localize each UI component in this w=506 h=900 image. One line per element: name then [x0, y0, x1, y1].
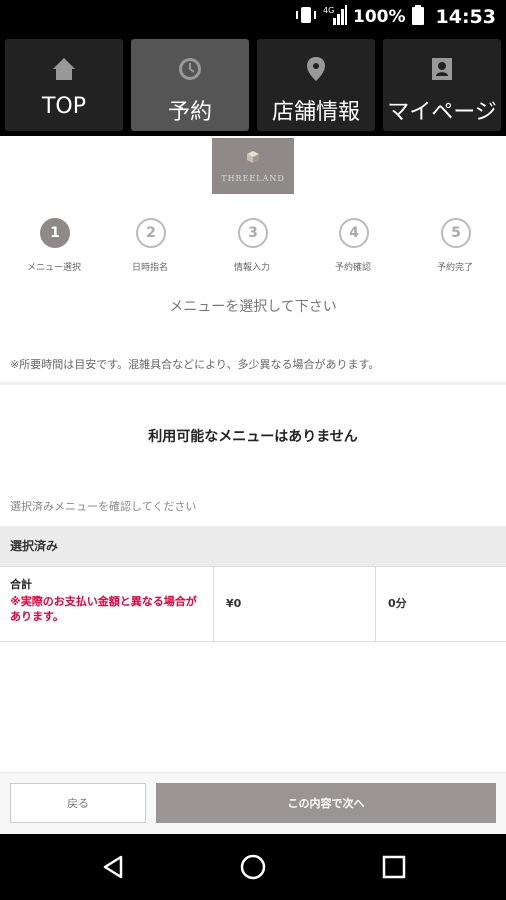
back-triangle-icon[interactable] — [99, 853, 127, 881]
step-5: 5 予約完了 — [415, 218, 495, 278]
duration-note: ※所要時間は目安です。混雑具合などにより、多少異なる場合があります。 — [10, 358, 380, 371]
step-4: 4 予約確認 — [313, 218, 393, 278]
logo-mark-icon — [246, 149, 260, 168]
battery-icon — [411, 5, 424, 29]
confirm-selection-text: 選択済みメニューを確認してください — [10, 500, 197, 513]
step-2-label: 日時指名 — [131, 263, 168, 273]
tab-mypage[interactable]: マイページ — [383, 39, 501, 131]
step-1-number: 1 — [40, 218, 70, 248]
logo-text: THREELAND — [221, 174, 285, 183]
payment-warning: ※実際のお支払い金額と異なる場合があります。 — [10, 595, 197, 623]
next-button[interactable]: この内容で次へ — [156, 783, 496, 823]
step-3-number: 3 — [238, 218, 268, 248]
step-4-number: 4 — [339, 218, 369, 248]
system-navigation-bar — [0, 834, 506, 900]
step-3-label: 情報入力 — [233, 263, 270, 273]
home-icon — [50, 55, 78, 83]
tab-top[interactable]: TOP — [5, 39, 123, 131]
tab-mypage-label: マイページ — [387, 100, 497, 125]
selected-summary-row: 合計 ※実際のお支払い金額と異なる場合があります。 ¥0 0分 — [0, 566, 506, 642]
battery-percent: 100% — [352, 7, 406, 27]
selected-header: 選択済み — [0, 526, 506, 566]
step-1-label: メニュー選択 — [26, 263, 81, 273]
total-cell: 合計 ※実際のお支払い金額と異なる場合があります。 — [0, 567, 214, 641]
recent-apps-square-icon[interactable] — [380, 853, 408, 881]
total-label: 合計 — [10, 578, 32, 591]
store-logo: THREELAND — [212, 138, 294, 194]
instruction-text: メニューを選択して下さい — [169, 299, 337, 315]
tab-reservation-label: 予約 — [167, 100, 212, 125]
status-bar: 4G 100% 14:53 — [0, 0, 506, 34]
location-pin-icon — [302, 55, 330, 83]
svg-text:4G: 4G — [323, 6, 334, 15]
tab-store-info-label: 店舗情報 — [271, 100, 360, 125]
action-bar: 戻る この内容で次へ — [0, 772, 506, 834]
step-3: 3 情報入力 — [212, 218, 292, 278]
total-duration: 0分 — [388, 597, 407, 610]
step-5-label: 予約完了 — [436, 263, 473, 273]
status-icons: 4G 100% 14:53 — [295, 0, 496, 34]
clock-time: 14:53 — [435, 6, 496, 28]
profile-icon — [428, 55, 456, 83]
no-menu-message: 利用可能なメニューはありません — [148, 429, 358, 445]
vibrate-icon — [295, 6, 317, 28]
tab-top-label: TOP — [41, 94, 87, 119]
step-4-label: 予約確認 — [334, 263, 371, 273]
step-5-number: 5 — [441, 218, 471, 248]
step-1: 1 メニュー選択 — [14, 218, 94, 278]
tab-reservation[interactable]: 予約 — [131, 39, 249, 131]
back-button[interactable]: 戻る — [10, 783, 146, 823]
top-navigation: TOP 予約 店舗情報 マイページ — [0, 34, 506, 136]
home-circle-icon[interactable] — [239, 853, 267, 881]
total-price: ¥0 — [214, 567, 376, 641]
divider — [0, 382, 506, 385]
step-2-number: 2 — [136, 218, 166, 248]
step-2: 2 日時指名 — [110, 218, 190, 278]
signal-icon: 4G — [323, 5, 347, 29]
clock-icon — [176, 55, 204, 83]
tab-store-info[interactable]: 店舗情報 — [257, 39, 375, 131]
